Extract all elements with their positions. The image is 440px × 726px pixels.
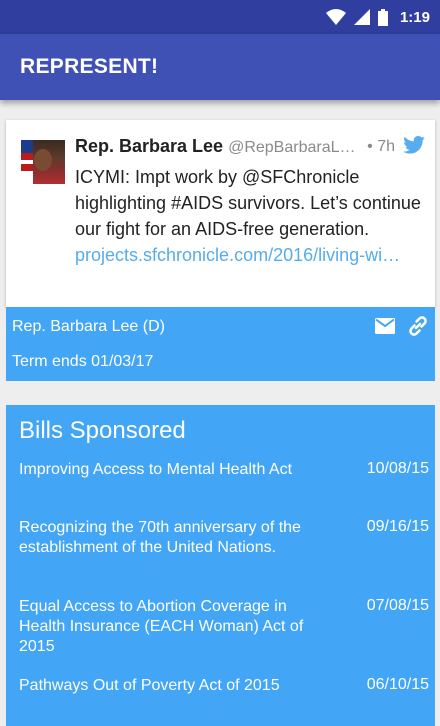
bill-date: 10/08/15 xyxy=(366,460,429,477)
tweet-author-name[interactable]: Rep. Barbara Lee xyxy=(75,136,223,156)
bill-date: 09/16/15 xyxy=(366,518,429,535)
app-title: REPRESENT! xyxy=(20,55,159,78)
tweet-author-handle[interactable]: @RepBarbaraL… xyxy=(228,139,355,156)
avatar-flag xyxy=(21,140,33,184)
term-end: Term ends 01/03/17 xyxy=(12,353,154,370)
tweet-header: Rep. Barbara Lee @RepBarbaraL… • 7h xyxy=(75,136,425,157)
bill-date: 07/08/15 xyxy=(366,597,429,614)
twitter-bird-icon[interactable] xyxy=(403,136,425,154)
bill-name: Recognizing the 70th anniversary of the … xyxy=(19,519,301,556)
bill-name: Pathways Out of Poverty Act of 2015 xyxy=(19,677,280,694)
signal-icon xyxy=(353,9,370,25)
tweet-card[interactable]: Rep. Barbara Lee @RepBarbaraL… • 7h ICYM… xyxy=(6,120,435,307)
mail-icon[interactable] xyxy=(375,318,395,334)
link-icon[interactable] xyxy=(406,314,430,338)
tweet-text: ICYMI: Impt work by @SFChronicle highlig… xyxy=(75,167,421,239)
status-time: 1:19 xyxy=(399,8,430,26)
avatar xyxy=(21,140,65,184)
wifi-icon xyxy=(325,9,346,25)
tweet-link[interactable]: projects.sfchronicle.com/2016/living-wi… xyxy=(75,245,400,265)
bill-name: Equal Access to Abortion Coverage in Hea… xyxy=(19,598,304,655)
avatar-face xyxy=(34,149,52,171)
app-bar: REPRESENT! xyxy=(0,34,440,100)
bills-card: Bills Sponsored Improving Access to Ment… xyxy=(6,405,435,726)
bills-title: Bills Sponsored xyxy=(19,417,186,444)
tweet-body: ICYMI: Impt work by @SFChronicle highlig… xyxy=(75,164,425,268)
bill-date: 06/10/15 xyxy=(366,676,429,693)
bill-name: Improving Access to Mental Health Act xyxy=(19,461,293,478)
tweet-time: • 7h xyxy=(367,138,395,155)
status-icons: 1:19 xyxy=(325,0,430,34)
status-bar: 1:19 xyxy=(0,0,440,34)
battery-icon xyxy=(377,8,388,26)
representative-name: Rep. Barbara Lee (D) xyxy=(12,318,165,335)
representative-banner: Rep. Barbara Lee (D) Term ends 01/03/17 xyxy=(6,307,435,381)
